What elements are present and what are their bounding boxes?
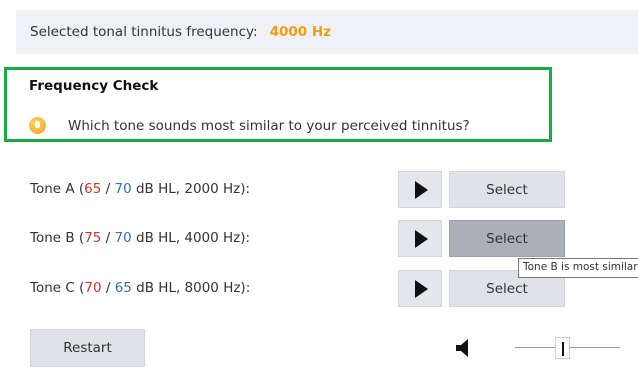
tone-c-label: Tone C (70 / 65 dB HL, 8000 Hz): [30, 280, 250, 296]
tone-b-prefix: Tone B ( [30, 230, 85, 246]
tone-a-prefix: Tone A ( [30, 181, 85, 197]
speaker-icon[interactable] [455, 338, 477, 358]
volume-slider-thumb[interactable] [555, 337, 571, 359]
tone-b-separator: / [101, 230, 115, 246]
tone-b-play-button[interactable] [398, 220, 442, 257]
tone-c-separator: / [101, 280, 115, 296]
tone-a-left-level: 65 [84, 181, 102, 197]
tone-b-left-level: 75 [84, 230, 102, 246]
tone-a-play-button[interactable] [398, 171, 442, 208]
tone-c-suffix: dB HL, 8000 Hz): [131, 280, 251, 296]
tone-b-label: Tone B (75 / 70 dB HL, 4000 Hz): [30, 230, 250, 246]
selected-frequency-bar: Selected tonal tinnitus frequency: 4000 … [16, 10, 638, 54]
tone-row-a: Tone A (65 / 70 dB HL, 2000 Hz): Select [30, 171, 630, 208]
frequency-check-question: Which tone sounds most similar to your p… [29, 117, 470, 134]
frequency-check-question-text: Which tone sounds most similar to your p… [68, 117, 470, 134]
tone-b-right-level: 70 [114, 230, 132, 246]
select-tooltip: Tone B is most similar [518, 258, 638, 278]
tone-c-left-level: 70 [84, 280, 102, 296]
hand-icon [29, 117, 46, 134]
tone-b-select-button[interactable]: Select [449, 220, 565, 257]
selected-frequency-label: Selected tonal tinnitus frequency: [30, 24, 258, 40]
tone-c-prefix: Tone C ( [30, 280, 85, 296]
tone-a-right-level: 70 [114, 181, 132, 197]
tone-a-select-button[interactable]: Select [449, 171, 565, 208]
tone-b-suffix: dB HL, 4000 Hz): [131, 230, 251, 246]
play-icon [415, 180, 428, 199]
frequency-check-panel: Frequency Check Which tone sounds most s… [4, 67, 552, 142]
tone-a-label: Tone A (65 / 70 dB HL, 2000 Hz): [30, 181, 250, 197]
restart-button[interactable]: Restart [30, 329, 145, 367]
tone-c-play-button[interactable] [398, 270, 442, 307]
tone-row-b: Tone B (75 / 70 dB HL, 4000 Hz): Select [30, 220, 630, 257]
frequency-check-title: Frequency Check [29, 78, 159, 94]
tone-a-separator: / [101, 181, 115, 197]
tone-c-right-level: 65 [114, 280, 132, 296]
play-icon [415, 279, 428, 298]
tone-a-suffix: dB HL, 2000 Hz): [131, 181, 251, 197]
volume-slider[interactable] [515, 337, 620, 359]
play-icon [415, 229, 428, 248]
selected-frequency-value: 4000 Hz [269, 24, 332, 40]
